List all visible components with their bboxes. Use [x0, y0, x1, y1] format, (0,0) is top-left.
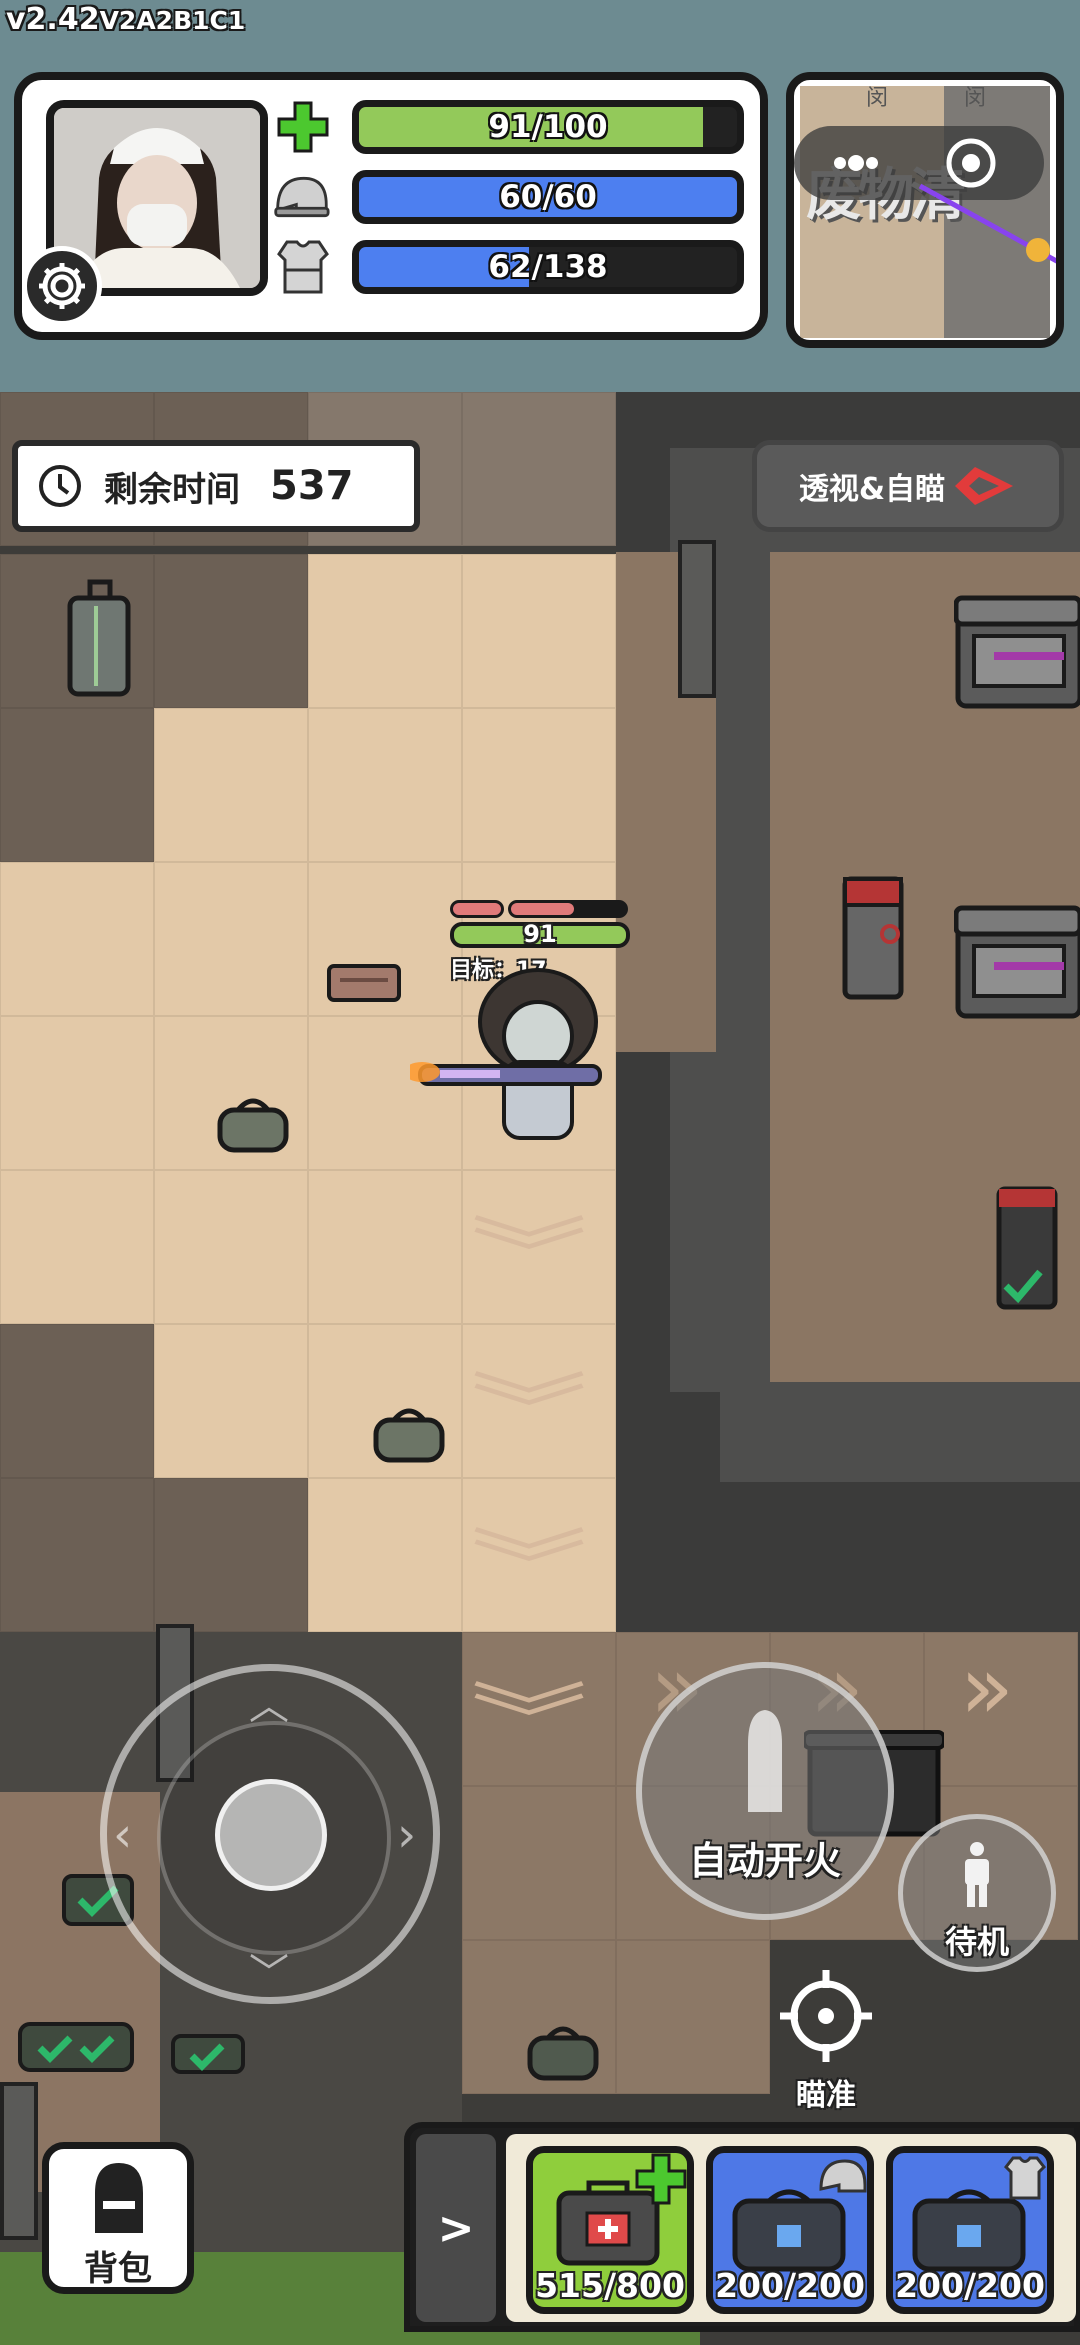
path-chevron-right-icon: » [960, 1636, 1014, 1739]
armor-vest-icon [274, 238, 332, 296]
duffel-bag-icon[interactable] [372, 1402, 446, 1464]
bullet-icon [748, 1710, 782, 1812]
player-shield-bar [450, 900, 630, 920]
backpack-icon [95, 2163, 143, 2233]
backpack-button[interactable]: 背包 [42, 2142, 194, 2294]
standby-button[interactable]: 待机 [898, 1814, 1056, 1972]
crosshair-icon [780, 1970, 872, 2062]
armor-value: 62/138 [488, 249, 608, 285]
movement-joystick[interactable]: ︿ ﹀ ‹ › [100, 1664, 440, 2004]
arrow-right-icon [955, 467, 1014, 505]
remaining-time-panel: 剩余时间 537 [12, 440, 420, 532]
player-hp-label: 91 [523, 920, 557, 948]
locker-icon[interactable] [996, 1186, 1058, 1310]
helmet-value: 60/60 [499, 179, 597, 215]
path-chevron-icon: ︾ [470, 1366, 588, 1456]
health-bar: 91/100 [352, 100, 744, 154]
duffel-bag-icon[interactable] [526, 2020, 600, 2082]
remaining-time-label: 剩余时间 [104, 469, 240, 510]
version-number: v2.42 [6, 2, 100, 37]
joystick-right-icon: › [397, 1807, 417, 1863]
health-plus-icon [635, 2153, 687, 2205]
joystick-thumb[interactable] [215, 1779, 327, 1891]
aim-label: 瞄准 [796, 2078, 856, 2113]
version-label: v2.42V2A2B1C1 [6, 2, 245, 37]
loot-crate-icon[interactable] [954, 902, 1080, 1022]
health-cross-icon [274, 98, 332, 156]
minimap-tag: 闵 [964, 86, 987, 111]
clock-icon [39, 465, 81, 507]
standby-label: 待机 [944, 1923, 1009, 1961]
health-value: 91/100 [488, 109, 608, 145]
looted-box-icon[interactable] [170, 2032, 246, 2076]
quick-slot-count: 515/800 [535, 2266, 685, 2305]
looted-box-icon[interactable] [16, 2014, 136, 2074]
joystick-up-icon: ︿ [249, 1683, 289, 1729]
quickbar-expand-button[interactable]: > [416, 2134, 496, 2322]
build-code: V2A2B1C1 [99, 6, 246, 35]
armor-bar: 62/138 [352, 240, 744, 294]
quick-item-bar: > 515/800 200/200 200/200 [404, 2122, 1080, 2332]
ammo-box-icon[interactable] [326, 960, 402, 1004]
remaining-time-value: 537 [270, 463, 354, 509]
auto-fire-button[interactable]: 自动开火 [636, 1662, 894, 1920]
minimap-path-icon [918, 183, 1056, 264]
quick-slot-count: 200/200 [715, 2266, 865, 2305]
locker-icon[interactable] [842, 876, 904, 1000]
settings-button[interactable] [22, 246, 102, 326]
path-chevron-icon: ︾ [470, 1522, 588, 1612]
aim-button[interactable]: 瞄准 [774, 1966, 878, 2116]
minimap[interactable]: 废物清 闵 闵 [786, 72, 1064, 348]
xray-button-label: 透视&自瞄 [798, 472, 946, 507]
helmet-icon [272, 168, 330, 226]
quick-slot-medkit[interactable]: 515/800 [526, 2146, 694, 2314]
joystick-down-icon: ﹀ [249, 1951, 289, 1997]
duffel-bag-icon[interactable] [216, 1092, 290, 1154]
door-frame [678, 540, 716, 698]
helmet-bar: 60/60 [352, 170, 744, 224]
helmet-icon [819, 2159, 867, 2193]
player-character [410, 968, 602, 1140]
path-chevron-icon: ︾ [470, 1676, 588, 1766]
person-icon [965, 1842, 989, 1907]
auto-fire-label: 自动开火 [688, 1839, 841, 1883]
game-map[interactable]: ︾ ︾ ︾ ︾ » » » 91 目标：17 [0, 392, 1080, 2345]
player-hp-bar: 91 [450, 920, 630, 948]
backpack-label: 背包 [84, 2249, 152, 2289]
quick-slot-count: 200/200 [895, 2266, 1045, 2305]
status-panel: 91/100 60/60 62/138 [14, 72, 768, 340]
gear-icon [39, 263, 85, 309]
quick-slot-helmet-repair[interactable]: 200/200 [706, 2146, 874, 2314]
chevron-right-icon: > [437, 2202, 475, 2254]
armor-vest-icon [1004, 2156, 1046, 2200]
path-chevron-icon: ︾ [470, 1210, 588, 1300]
more-dots-icon[interactable] [830, 148, 880, 182]
quick-slot-armor-repair[interactable]: 200/200 [886, 2146, 1054, 2314]
minimap-tag: 闵 [866, 86, 889, 111]
joystick-left-icon: ‹ [113, 1807, 133, 1863]
wall-band [720, 1392, 1080, 1482]
loot-crate-icon[interactable] [954, 592, 1080, 712]
xray-autoaim-button[interactable]: 透视&自瞄 [752, 440, 1064, 532]
suitcase-icon[interactable] [66, 576, 136, 704]
door-frame [0, 2082, 38, 2240]
